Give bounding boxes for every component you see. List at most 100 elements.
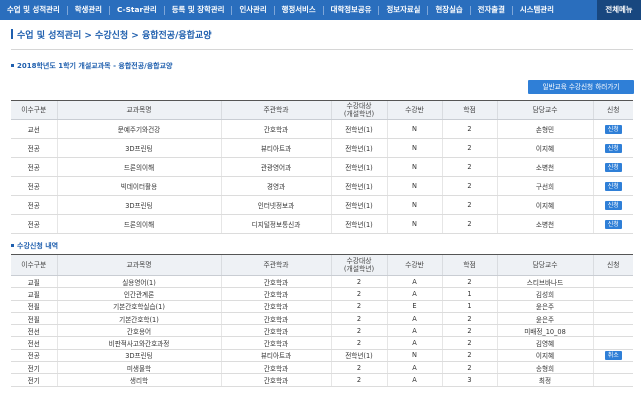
- cell-category: 전공: [11, 138, 57, 158]
- cell-target-year: 전학년(1): [330, 214, 387, 234]
- cell-professor: 구선희: [496, 176, 593, 196]
- apply-button[interactable]: 신청: [604, 162, 622, 172]
- cell-professor: 윤은주: [496, 300, 593, 313]
- cell-course-name: 간호용어: [56, 324, 221, 338]
- nav-item-hr[interactable]: 인사관리: [232, 0, 273, 20]
- cell-action: [592, 336, 633, 350]
- cell-target-year: 2: [330, 324, 387, 338]
- table-row: 전공 빅데이터활용 경영과 전학년(1) N 2 구선희 신청: [11, 176, 633, 196]
- open-courses-table: 이수구분 교과목명 주관학과 수강대상 (개설학년) 수강반 학점 담당교수 신청 교선 문예주기…: [11, 100, 633, 234]
- cell-department: 간호학과: [220, 312, 331, 326]
- cancel-button[interactable]: 취소: [604, 350, 622, 360]
- cell-class: N: [386, 176, 442, 196]
- all-menu-button[interactable]: 전체메뉴: [597, 0, 641, 20]
- cell-action: 신청: [592, 119, 633, 139]
- cell-professor: 소병천: [496, 157, 593, 177]
- cell-credit: 2: [441, 119, 497, 139]
- nav-item-registration[interactable]: 등록 및 장학관리: [165, 0, 232, 20]
- cell-credit: 2: [441, 214, 497, 234]
- nav-item-info-share[interactable]: 대학정보공유: [324, 0, 379, 20]
- cell-target-year: 전학년(1): [330, 138, 387, 158]
- cell-professor: 미배정_10_08: [496, 324, 593, 338]
- nav-item-attendance[interactable]: 전자출결: [471, 0, 512, 20]
- section-title-registration-history: 수강신청 내역: [11, 241, 58, 251]
- cell-credit: 2: [441, 157, 497, 177]
- table-row: 전선 간호용어 간호학과 2 A 2 미배정_10_08: [11, 324, 633, 338]
- apply-button[interactable]: 신청: [604, 143, 622, 153]
- cell-target-year: 전학년(1): [330, 157, 387, 177]
- cell-course-name: 빅데이터활용: [56, 176, 221, 196]
- cell-category: 전기: [11, 373, 57, 387]
- apply-button[interactable]: 신청: [604, 200, 622, 210]
- nav-item-field-practice[interactable]: 현장실습: [428, 0, 469, 20]
- cell-professor: 손형민: [496, 119, 593, 139]
- cell-department: 간호학과: [220, 275, 331, 289]
- nav-item-library[interactable]: 정보자료실: [379, 0, 427, 20]
- cell-target-year: 2: [330, 312, 387, 326]
- column-header-class: 수강반: [386, 100, 442, 120]
- cell-category: 전공: [11, 195, 57, 215]
- cell-department: 간호학과: [220, 300, 331, 313]
- cell-class: N: [386, 157, 442, 177]
- cell-class: N: [386, 138, 442, 158]
- cell-action: [592, 287, 633, 301]
- cell-course-name: 생리학: [56, 373, 221, 387]
- apply-button[interactable]: 신청: [604, 181, 622, 191]
- table-row: 전공 드론의이해 디지털정보통신과 전학년(1) N 2 소병천 신청: [11, 214, 633, 234]
- table-row: 전필 기본간호학(1) 간호학과 2 A 2 윤은주: [11, 312, 633, 326]
- column-header-target-year: 수강대상 (개설학년): [330, 254, 387, 276]
- cell-category: 전공: [11, 176, 57, 196]
- cell-credit: 2: [441, 336, 497, 350]
- table-header-row: 이수구분 교과목명 주관학과 수강대상 (개설학년) 수강반 학점 담당교수 신청: [11, 254, 633, 276]
- cell-professor: 이지혜: [496, 138, 593, 158]
- apply-button[interactable]: 신청: [604, 124, 622, 134]
- cell-action: [592, 300, 633, 313]
- cell-class: N: [386, 119, 442, 139]
- cell-course-name: 기본간호학(1): [56, 312, 221, 326]
- nav-item-admin-service[interactable]: 행정서비스: [275, 0, 323, 20]
- table-header-row: 이수구분 교과목명 주관학과 수강대상 (개설학년) 수강반 학점 담당교수 신청: [11, 100, 633, 120]
- cell-professor: 김성희: [496, 287, 593, 301]
- cell-department: 간호학과: [220, 119, 331, 139]
- cell-category: 전공: [11, 349, 57, 363]
- cell-course-name: 미생물학: [56, 361, 221, 375]
- table-row: 전공 3D프린팅 인터넷정보과 전학년(1) N 2 이지혜 신청: [11, 195, 633, 215]
- cell-course-name: 기본간호학실습(1): [56, 300, 221, 313]
- cell-department: 간호학과: [220, 324, 331, 338]
- cell-credit: 2: [441, 361, 497, 375]
- cell-professor: 김영혜: [496, 336, 593, 350]
- nav-item-system[interactable]: 시스템관리: [513, 0, 561, 20]
- cell-department: 간호학과: [220, 336, 331, 350]
- column-header-course-name: 교과목명: [56, 254, 221, 276]
- cell-professor: 최정: [496, 373, 593, 387]
- cell-target-year: 2: [330, 336, 387, 350]
- cell-category: 전선: [11, 336, 57, 350]
- cell-target-year: 2: [330, 275, 387, 289]
- cell-credit: 2: [441, 324, 497, 338]
- nav-item-student[interactable]: 학생관리: [68, 0, 109, 20]
- column-header-action: 신청: [592, 100, 633, 120]
- cell-credit: 2: [441, 138, 497, 158]
- nav-item-cstar[interactable]: C-Star관리: [110, 0, 164, 20]
- cell-department: 경영과: [220, 176, 331, 196]
- cell-action: [592, 275, 633, 289]
- cell-credit: 3: [441, 373, 497, 387]
- apply-button[interactable]: 신청: [604, 219, 622, 229]
- cell-category: 전필: [11, 312, 57, 326]
- nav-item-course-grade[interactable]: 수업 및 성적관리: [0, 0, 67, 20]
- cell-category: 교선: [11, 119, 57, 139]
- cell-class: A: [386, 287, 442, 301]
- column-header-category: 이수구분: [11, 254, 57, 276]
- cell-class: E: [386, 300, 442, 313]
- general-registration-button[interactable]: 일반교육 수강신청 하러가기: [528, 80, 634, 94]
- column-header-credit: 학점: [441, 100, 497, 120]
- registration-history-table: 이수구분 교과목명 주관학과 수강대상 (개설학년) 수강반 학점 담당교수 신청 교필 실용영어…: [11, 254, 633, 387]
- cell-category: 전기: [11, 361, 57, 375]
- cell-class: A: [386, 336, 442, 350]
- column-header-target-year: 수강대상 (개설학년): [330, 100, 387, 120]
- cell-professor: 이지혜: [496, 349, 593, 363]
- title-bar-icon: [11, 29, 13, 39]
- cell-target-year: 전학년(1): [330, 195, 387, 215]
- cell-credit: 1: [441, 287, 497, 301]
- cell-professor: 이지혜: [496, 195, 593, 215]
